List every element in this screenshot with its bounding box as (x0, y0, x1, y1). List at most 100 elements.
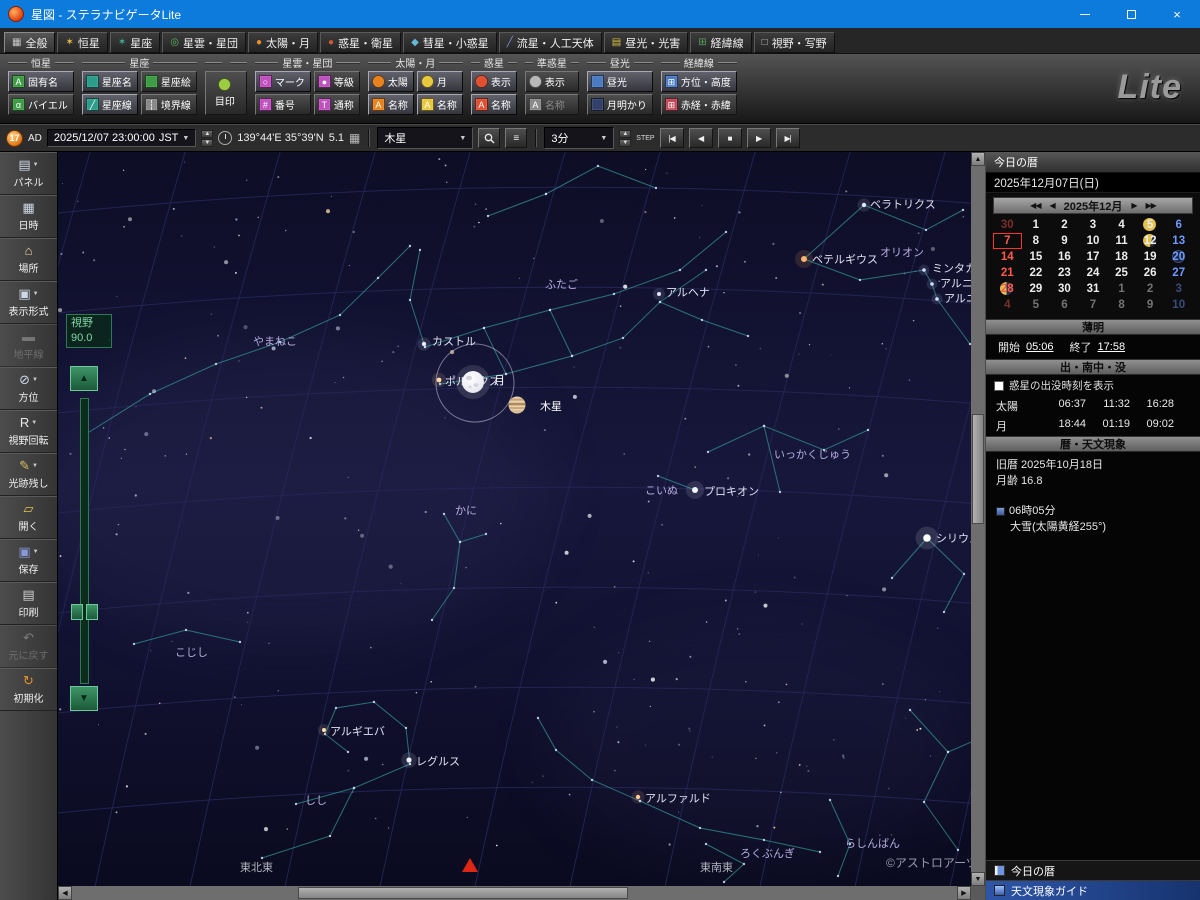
zoom-out-button[interactable]: ▼ (70, 686, 98, 711)
sidebar-item-rotate-view[interactable]: R▼視野回転 (0, 410, 57, 453)
scroll-left-button[interactable]: ◀ (58, 886, 72, 900)
sidebar-item-direction[interactable]: ⊘▼方位 (0, 367, 57, 410)
prev-month-button[interactable]: ◀ (1049, 201, 1054, 210)
calendar-day[interactable]: 30 (1050, 281, 1079, 297)
calendar-day[interactable]: 11 (1107, 233, 1136, 249)
calendar-day[interactable]: 2 (1136, 281, 1165, 297)
calendar-day[interactable]: 15 (1022, 249, 1051, 265)
calendar-day[interactable]: 3 (1164, 281, 1193, 297)
dwarf-planet-show-button[interactable]: 表示 (525, 71, 579, 92)
minimize-button[interactable] (1062, 0, 1108, 28)
sidebar-item-display-mode[interactable]: ▣▼表示形式 (0, 281, 57, 324)
sidebar-item-print[interactable]: ▤印刷 (0, 582, 57, 625)
calendar-day[interactable]: 8 (1022, 233, 1051, 249)
scroll-down-button[interactable]: ▼ (971, 872, 985, 886)
azimuth-altitude-grid-button[interactable]: ⊞方位・高度 (661, 71, 737, 92)
play-button[interactable]: ▶ (747, 128, 771, 148)
bayer-letter-button[interactable]: αバイエル (8, 94, 74, 115)
stop-button[interactable]: ■ (718, 128, 742, 148)
calendar-day[interactable]: 24 (1079, 265, 1108, 281)
calendar-day[interactable]: 1 (1107, 281, 1136, 297)
menu-tab-経緯線[interactable]: ⊞経緯線 (690, 32, 751, 53)
calendar-day[interactable]: 14 (993, 249, 1022, 265)
target-select[interactable]: 木星 ▼ (377, 127, 473, 149)
skip-back-button[interactable]: |◀ (660, 128, 684, 148)
horizontal-scroll-thumb[interactable] (298, 887, 628, 899)
moonlight-button[interactable]: 月明かり (587, 94, 653, 115)
dock-tab-today-calendar[interactable]: 今日の暦 (986, 860, 1200, 880)
calendar-day[interactable]: 30 (993, 217, 1022, 233)
skip-forward-button[interactable]: ▶| (776, 128, 800, 148)
menu-tab-星座[interactable]: ✶星座 (110, 32, 160, 53)
moon-button[interactable]: 月 (417, 71, 463, 92)
nebula-mark-button[interactable]: ○マーク (255, 71, 311, 92)
sun-button[interactable]: 太陽 (368, 71, 414, 92)
calendar-day[interactable]: 4 (993, 297, 1022, 313)
sidebar-item-location[interactable]: ⌂場所 (0, 238, 57, 281)
constellation-name-button[interactable]: 星座名 (82, 71, 138, 92)
calendar-day[interactable]: 31 (1079, 281, 1108, 297)
nebula-common-name-button[interactable]: T通称 (314, 94, 360, 115)
planet-show-button[interactable]: 表示 (471, 71, 517, 92)
calendar-day[interactable]: 13 (1164, 233, 1193, 249)
zoom-in-button[interactable]: ▲ (70, 366, 98, 391)
sidebar-item-save[interactable]: ▣▼保存 (0, 539, 57, 582)
calendar-day[interactable]: 17 (1079, 249, 1108, 265)
dwarf-planet-name-button[interactable]: A名称 (525, 94, 579, 115)
moon-name-button[interactable]: A名称 (417, 94, 463, 115)
calendar-day[interactable]: 7 (1079, 297, 1108, 313)
step-select[interactable]: 3分 ▼ (544, 127, 614, 149)
prev-year-button[interactable]: ◀◀ (1030, 201, 1040, 210)
search-button[interactable] (478, 128, 500, 148)
calendar-day[interactable]: 1 (1022, 217, 1051, 233)
menu-tab-視野・写野[interactable]: □視野・写野 (754, 32, 835, 53)
daylight-button[interactable]: 昼光 (587, 71, 653, 92)
next-year-button[interactable]: ▶▶ (1146, 201, 1156, 210)
menu-tab-昼光・光害[interactable]: ▤昼光・光害 (604, 32, 688, 53)
checkbox-icon[interactable] (994, 381, 1004, 391)
calendar-day[interactable]: 4 (1107, 217, 1136, 233)
calendar-day[interactable]: 16 (1050, 249, 1079, 265)
fov-slider-handle[interactable] (71, 604, 98, 620)
menu-tab-彗星・小惑星[interactable]: ◆彗星・小惑星 (403, 32, 497, 53)
calendar-day[interactable]: 29 (1022, 281, 1051, 297)
calendar-day[interactable]: 25 (1107, 265, 1136, 281)
twilight-end-time[interactable]: 17:58 (1098, 341, 1126, 353)
datetime-field[interactable]: 2025/12/07 23:00:00 JST ▼ (47, 129, 196, 147)
calendar-day[interactable]: 5 (1022, 297, 1051, 313)
calendar-day[interactable]: 9 (1050, 233, 1079, 249)
calendar-day[interactable]: 19 (1136, 249, 1165, 265)
bookmark-button[interactable]: 目印 (205, 71, 247, 115)
calendar-day[interactable]: 8 (1107, 297, 1136, 313)
planet-rise-set-option[interactable]: 惑星の出没時刻を表示 (986, 375, 1200, 396)
constellation-art-button[interactable]: 星座絵 (141, 71, 197, 92)
dock-tab-phenomena-guide[interactable]: 天文現象ガイド (986, 880, 1200, 900)
vertical-scrollbar[interactable]: ▲ ▼ (971, 152, 985, 886)
calendar-day[interactable]: 27 (1164, 265, 1193, 281)
sidebar-item-datetime[interactable]: ▦日時 (0, 195, 57, 238)
calendar-day[interactable]: 6 (1050, 297, 1079, 313)
menu-tab-恒星[interactable]: ✶恒星 (57, 32, 107, 53)
sidebar-item-open[interactable]: ▱開く (0, 496, 57, 539)
nebula-magnitude-button[interactable]: ●等級 (314, 71, 360, 92)
scroll-right-button[interactable]: ▶ (957, 886, 971, 900)
menu-tab-全般[interactable]: ▦全般 (4, 32, 55, 53)
twilight-start-time[interactable]: 05:06 (1026, 341, 1054, 353)
sidebar-item-reset[interactable]: ↻初期化 (0, 668, 57, 711)
fov-slider-track[interactable] (80, 398, 89, 684)
menu-tab-太陽・月[interactable]: ●太陽・月 (248, 32, 318, 53)
calendar-day[interactable]: 26 (1136, 265, 1165, 281)
calendar-day[interactable]: 12 (1136, 233, 1165, 249)
sun-name-button[interactable]: A名称 (368, 94, 414, 115)
calendar-day[interactable]: 18 (1107, 249, 1136, 265)
vertical-scroll-thumb[interactable] (972, 414, 984, 524)
scroll-up-button[interactable]: ▲ (971, 152, 985, 166)
play-reverse-button[interactable]: ◀ (689, 128, 713, 148)
step-spinner[interactable]: ▲▼ (619, 130, 631, 147)
calendar-day[interactable]: 21 (993, 265, 1022, 281)
calendar-day[interactable]: 10 (1164, 297, 1193, 313)
menu-tab-星雲・星団[interactable]: ◎星雲・星団 (162, 32, 246, 53)
equatorial-grid-button[interactable]: ⊞赤経・赤緯 (661, 94, 737, 115)
moon-object[interactable] (456, 365, 490, 399)
calendar-day[interactable]: 2 (1050, 217, 1079, 233)
